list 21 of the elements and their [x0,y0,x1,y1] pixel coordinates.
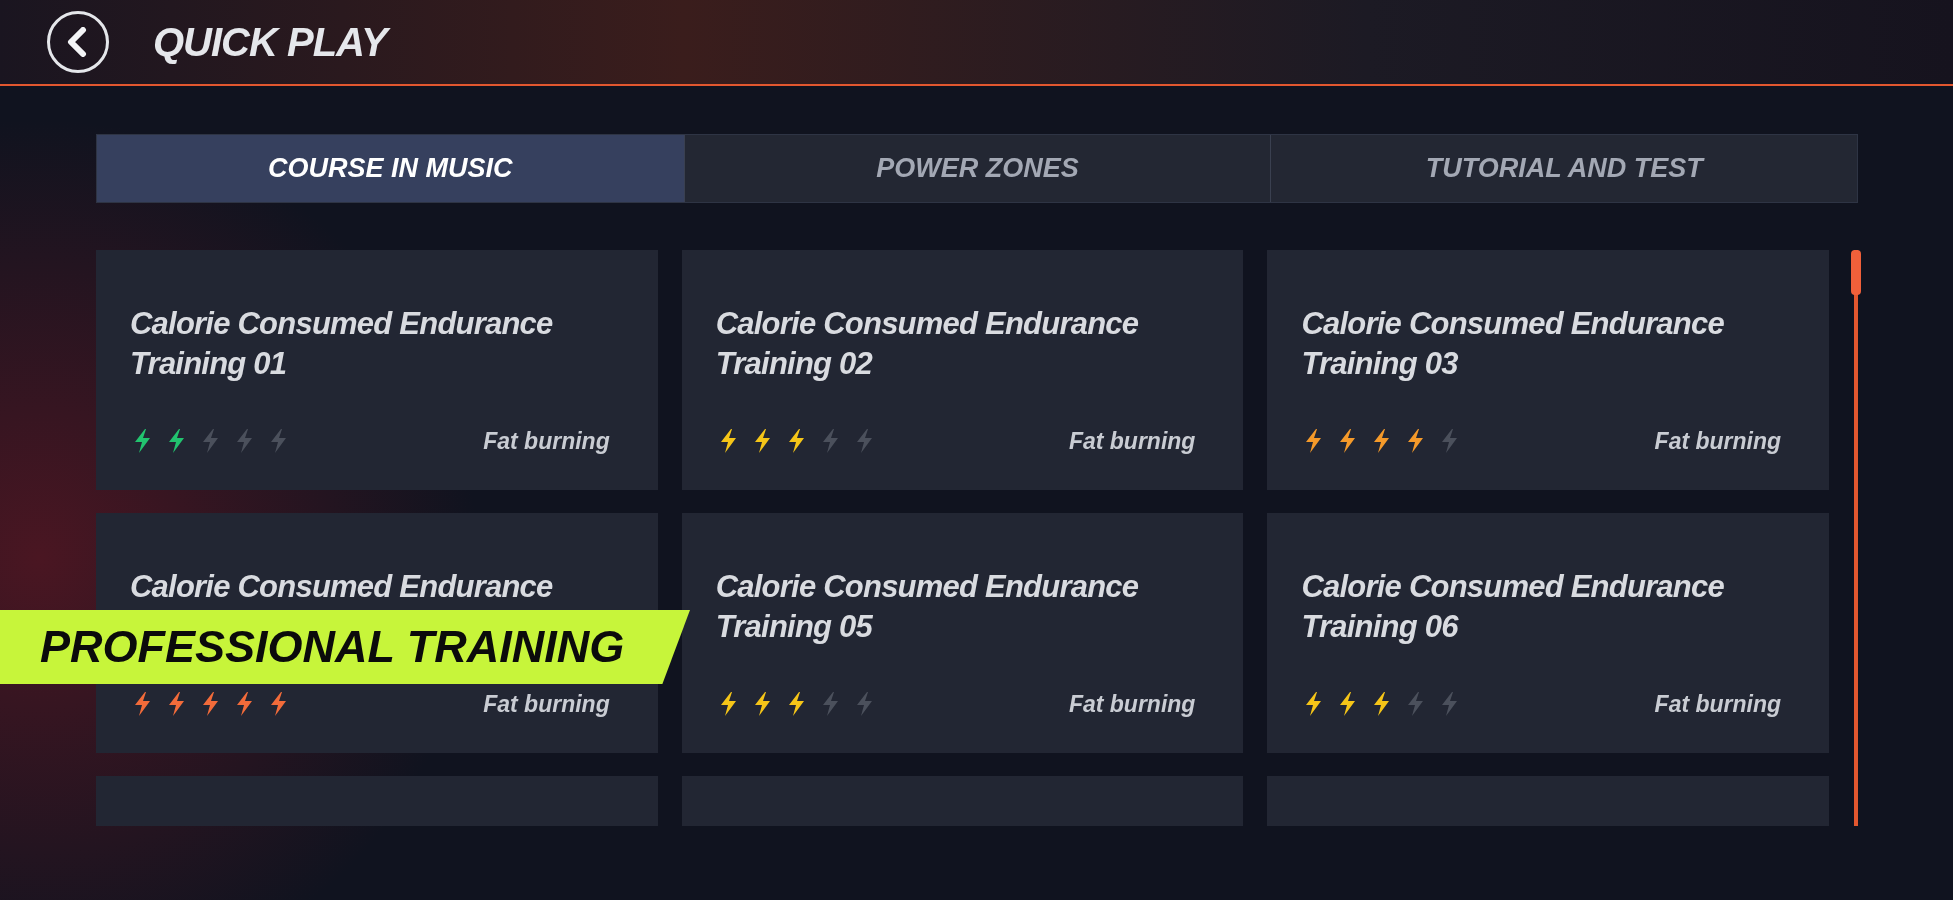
goal-label: Fat burning [483,427,610,456]
course-card[interactable]: Calorie Consumed Endurance Training 05 Fat burning [681,513,1244,753]
course-title: Calorie Consumed Endurance Training 03 [1301,305,1725,383]
goal-label: Fat burning [483,690,610,719]
course-card[interactable]: Calorie Consumed Endurance Training 01 Fat burning [96,250,658,490]
goal-label: Fat burning [1654,427,1782,456]
course-title: Calorie Consumed Endurance [130,568,554,606]
course-title: Calorie Consumed Endurance Training 06 [1301,568,1725,646]
course-card[interactable]: Calorie Consumed Endurance Training 03 Fat burning [1267,250,1830,490]
course-title: Calorie Consumed Endurance Training 05 [715,568,1140,646]
goal-label: Fat burning [1068,690,1196,719]
tab[interactable]: COURSE IN MUSIC [97,135,684,202]
goal-label: Fat burning [1068,427,1196,456]
course-title: Calorie Consumed Endurance Training 02 [715,305,1140,383]
course-card[interactable]: Calorie Consumed Endurance Training 02 Fat burning [681,250,1244,490]
course-card[interactable]: Calorie Consumed Endurance Training 06 Fat burning [1267,513,1830,753]
course-title: Calorie Consumed Endurance Training 01 [130,305,554,383]
scrollbar[interactable] [1854,250,1858,826]
goal-label: Fat burning [1654,690,1782,719]
back-button[interactable] [47,11,109,73]
professional-training-banner[interactable]: PROFESSIONAL TRAINING [0,610,690,684]
